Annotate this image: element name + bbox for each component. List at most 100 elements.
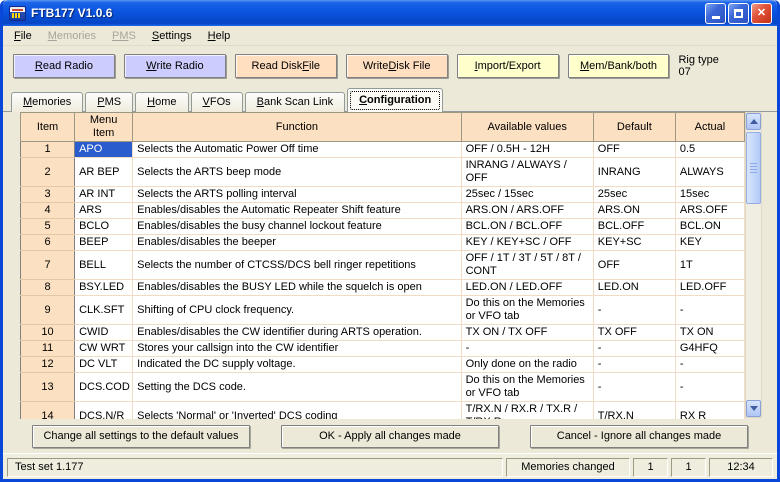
cell-menu[interactable]: CLK.SFT [75,296,133,325]
cell-actual[interactable]: 15sec [675,187,744,203]
write-radio-button[interactable]: Write Radio [124,54,226,78]
cell-menu[interactable]: DC VLT [75,357,133,373]
cell-menu[interactable]: BELL [75,251,133,280]
cell-item[interactable]: 7 [21,251,75,280]
cell-menu[interactable]: BCLO [75,219,133,235]
cell-item[interactable]: 13 [21,373,75,402]
cell-default[interactable]: ARS.ON [593,203,675,219]
cell-item[interactable]: 2 [21,158,75,187]
cell-available[interactable]: LED.ON / LED.OFF [461,280,593,296]
cell-actual[interactable]: - [675,357,744,373]
menu-item-help[interactable]: Help [200,28,239,44]
cell-default[interactable]: INRANG [593,158,675,187]
cell-actual[interactable]: - [675,373,744,402]
cell-available[interactable]: OFF / 0.5H - 12H [461,142,593,158]
cell-function[interactable]: Selects the ARTS beep mode [133,158,461,187]
cell-available[interactable]: Do this on the Memories or VFO tab [461,296,593,325]
cell-default[interactable]: LED.ON [593,280,675,296]
cell-actual[interactable]: BCL.ON [675,219,744,235]
tab-bank-scan-link[interactable]: Bank Scan Link [245,92,345,112]
cell-menu[interactable]: AR BEP [75,158,133,187]
tab-home[interactable]: Home [135,92,188,112]
import-export-button[interactable]: Import/Export [457,54,559,78]
cell-actual[interactable]: G4HFQ [675,341,744,357]
cell-menu[interactable]: APO [75,142,133,158]
cell-default[interactable]: - [593,373,675,402]
tab-vfos[interactable]: VFOs [191,92,243,112]
cell-menu[interactable]: DCS.COD [75,373,133,402]
cell-available[interactable]: OFF / 1T / 3T / 5T / 8T / CONT [461,251,593,280]
cell-actual[interactable]: - [675,296,744,325]
cell-item[interactable]: 5 [21,219,75,235]
read-disk-file-button[interactable]: Read Disk File [235,54,337,78]
cell-item[interactable]: 9 [21,296,75,325]
cell-item[interactable]: 1 [21,142,75,158]
cell-function[interactable]: Enables/disables the beeper [133,235,461,251]
cell-default[interactable]: - [593,357,675,373]
cell-available[interactable]: - [461,341,593,357]
cell-default[interactable]: T/RX.N [593,402,675,420]
cell-function[interactable]: Selects the number of CTCSS/DCS bell rin… [133,251,461,280]
scrollbar-track[interactable] [746,130,761,400]
cell-menu[interactable]: CWID [75,325,133,341]
cell-menu[interactable]: BEEP [75,235,133,251]
cell-default[interactable]: 25sec [593,187,675,203]
cell-function[interactable]: Shifting of CPU clock frequency. [133,296,461,325]
cell-available[interactable]: 25sec / 15sec [461,187,593,203]
cell-item[interactable]: 8 [21,280,75,296]
defaults-button[interactable]: Change all settings to the default value… [32,425,250,448]
cell-actual[interactable]: ALWAYS [675,158,744,187]
menu-item-settings[interactable]: Settings [144,28,200,44]
scroll-up-button[interactable] [746,113,761,130]
tab-configuration[interactable]: Configuration [347,88,443,112]
cell-function[interactable]: Enables/disables the BUSY LED while the … [133,280,461,296]
minimize-button[interactable] [705,3,726,24]
cell-item[interactable]: 6 [21,235,75,251]
cell-menu[interactable]: ARS [75,203,133,219]
cell-actual[interactable]: TX ON [675,325,744,341]
cell-available[interactable]: ARS.ON / ARS.OFF [461,203,593,219]
cell-default[interactable]: OFF [593,142,675,158]
cell-function[interactable]: Selects 'Normal' or 'Inverted' DCS codin… [133,402,461,420]
cell-item[interactable]: 12 [21,357,75,373]
cancel-button[interactable]: Cancel - Ignore all changes made [530,425,748,448]
cell-available[interactable]: Only done on the radio [461,357,593,373]
cell-default[interactable]: - [593,296,675,325]
cell-actual[interactable]: RX R [675,402,744,420]
cell-available[interactable]: TX ON / TX OFF [461,325,593,341]
cell-available[interactable]: KEY / KEY+SC / OFF [461,235,593,251]
cell-default[interactable]: TX OFF [593,325,675,341]
cell-available[interactable]: Do this on the Memories or VFO tab [461,373,593,402]
cell-item[interactable]: 14 [21,402,75,420]
cell-item[interactable]: 11 [21,341,75,357]
write-disk-file-button[interactable]: Write Disk File [346,54,448,78]
menu-item-file[interactable]: File [6,28,40,44]
cell-actual[interactable]: 1T [675,251,744,280]
cell-menu[interactable]: DCS.N/R [75,402,133,420]
cell-available[interactable]: BCL.ON / BCL.OFF [461,219,593,235]
cell-menu[interactable]: BSY.LED [75,280,133,296]
cell-default[interactable]: - [593,341,675,357]
vertical-scrollbar[interactable] [745,112,762,418]
cell-actual[interactable]: KEY [675,235,744,251]
cell-function[interactable]: Enables/disables the busy channel lockou… [133,219,461,235]
maximize-button[interactable] [728,3,749,24]
cell-function[interactable]: Indicated the DC supply voltage. [133,357,461,373]
read-radio-button[interactable]: Read Radio [13,54,115,78]
cell-function[interactable]: Enables/disables the CW identifier durin… [133,325,461,341]
cell-function[interactable]: Stores your callsign into the CW identif… [133,341,461,357]
cell-default[interactable]: BCL.OFF [593,219,675,235]
cell-function[interactable]: Selects the Automatic Power Off time [133,142,461,158]
tab-memories[interactable]: Memories [11,92,83,112]
cell-item[interactable]: 10 [21,325,75,341]
scrollbar-thumb[interactable] [746,132,761,204]
cell-function[interactable]: Setting the DCS code. [133,373,461,402]
mem-bank-both-button[interactable]: Mem/Bank/both [568,54,670,78]
tab-pms[interactable]: PMS [85,92,133,112]
cell-actual[interactable]: ARS.OFF [675,203,744,219]
cell-available[interactable]: T/RX.N / RX.R / TX.R / T/RX.R [461,402,593,420]
cell-menu[interactable]: AR INT [75,187,133,203]
cell-menu[interactable]: CW WRT [75,341,133,357]
cell-default[interactable]: KEY+SC [593,235,675,251]
cell-default[interactable]: OFF [593,251,675,280]
